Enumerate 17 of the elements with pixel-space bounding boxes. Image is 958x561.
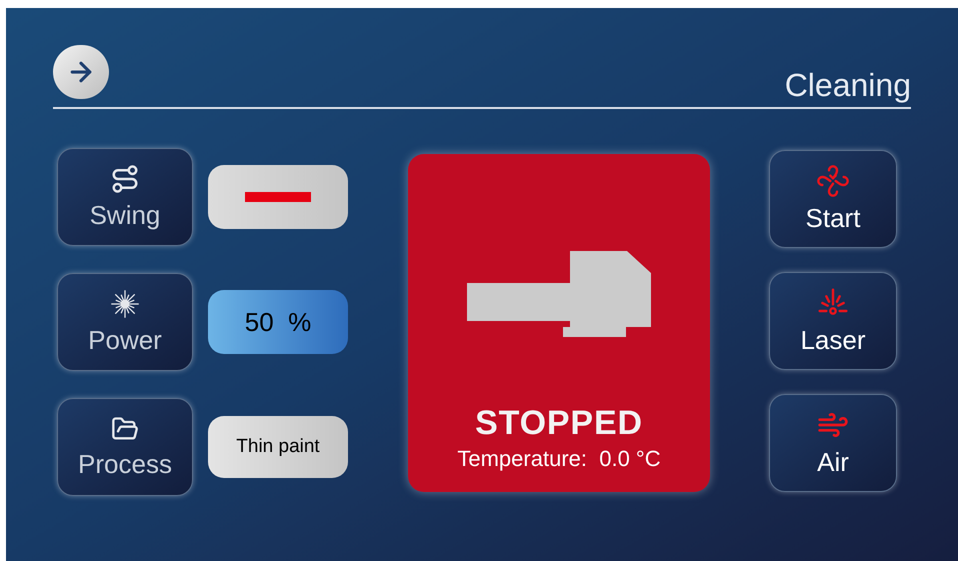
swing-toggle[interactable] <box>208 165 348 229</box>
setting-button[interactable]: Process <box>57 398 193 496</box>
setting-button[interactable]: Swing <box>57 148 193 246</box>
temperature-reading: Temperature: 0.0 °C <box>457 448 661 470</box>
value-field[interactable]: Thin paint <box>208 416 348 478</box>
value-field[interactable]: 50 % <box>208 290 348 354</box>
cycle-arrows-icon <box>817 164 849 196</box>
action-button[interactable]: Air <box>769 394 897 492</box>
action-button[interactable]: Laser <box>769 272 897 370</box>
action-button[interactable]: Start <box>769 150 897 248</box>
folder-icon <box>111 414 139 442</box>
status-label: STOPPED <box>475 406 643 440</box>
swing-path-icon <box>110 164 140 194</box>
starburst-icon <box>110 288 140 318</box>
setting-button[interactable]: Power <box>57 273 193 371</box>
page-title: Cleaning <box>784 69 911 101</box>
forward-button[interactable] <box>53 45 109 99</box>
